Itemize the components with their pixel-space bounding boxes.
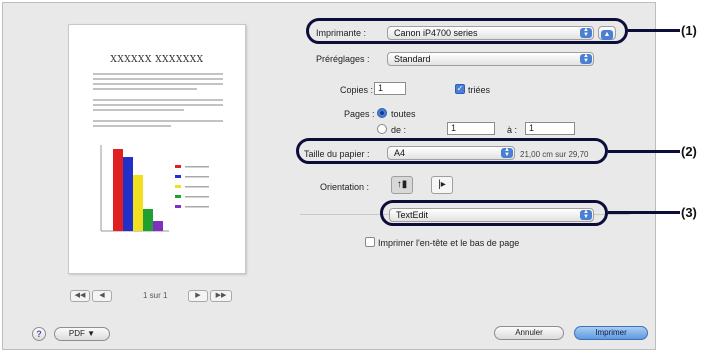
copies-field[interactable]: 1 xyxy=(374,82,406,95)
pages-range-radio[interactable] xyxy=(377,124,387,134)
paper-size-highlight xyxy=(296,138,608,164)
pages-label: Pages : xyxy=(344,109,375,119)
callout-2: (2) xyxy=(681,144,697,159)
copies-label: Copies : xyxy=(340,85,374,95)
print-button[interactable]: Imprimer xyxy=(574,326,648,340)
portrait-button[interactable]: ↑▮ xyxy=(391,176,413,194)
pages-to-field[interactable]: 1 xyxy=(525,122,575,135)
callout-line-2 xyxy=(608,150,680,153)
landscape-button[interactable]: |▸ xyxy=(431,176,453,194)
header-footer-label: Imprimer l'en-tête et le bas de page xyxy=(378,238,520,248)
callout-line-1 xyxy=(628,29,680,32)
collated-checkbox[interactable]: ✓ xyxy=(455,84,465,94)
last-page-button[interactable]: ▶▶ xyxy=(210,290,232,302)
prev-page-button[interactable]: ◀ xyxy=(92,290,112,302)
preview-chart xyxy=(100,145,209,232)
pdf-button[interactable]: PDF ▼ xyxy=(54,327,110,341)
presets-label: Préréglages : xyxy=(316,54,370,64)
pages-all-radio[interactable] xyxy=(377,108,387,118)
callout-3: (3) xyxy=(681,205,697,220)
pages-from-field[interactable]: 1 xyxy=(447,122,495,135)
first-page-button[interactable]: ◀◀ xyxy=(70,290,90,302)
preview-text-lines xyxy=(93,73,223,130)
callout-1: (1) xyxy=(681,23,697,38)
callout-line-3 xyxy=(608,211,680,214)
header-footer-checkbox[interactable] xyxy=(365,237,375,247)
pages-all-label: toutes xyxy=(391,109,416,119)
portrait-icon: ↑▮ xyxy=(396,179,408,190)
printer-highlight xyxy=(306,18,628,44)
cancel-button[interactable]: Annuler xyxy=(494,326,564,340)
app-options-highlight xyxy=(380,200,608,226)
presets-value: Standard xyxy=(394,54,431,64)
popup-arrows-icon: ▲ ▼ xyxy=(580,53,592,64)
pages-to-label: à : xyxy=(507,125,518,135)
print-preview: XXXXXX XXXXXXX xyxy=(68,24,246,274)
next-page-button[interactable]: ▶ xyxy=(188,290,208,302)
help-icon[interactable]: ? xyxy=(32,327,46,341)
preview-doc-title: XXXXXX XXXXXXX xyxy=(110,55,204,65)
pages-from-label: de : xyxy=(391,125,407,135)
presets-popup[interactable]: Standard ▲ ▼ xyxy=(387,52,594,66)
orientation-label: Orientation : xyxy=(320,182,370,192)
landscape-icon: |▸ xyxy=(438,179,446,190)
collated-label: triées xyxy=(468,85,491,95)
page-indicator: 1 sur 1 xyxy=(143,291,168,300)
